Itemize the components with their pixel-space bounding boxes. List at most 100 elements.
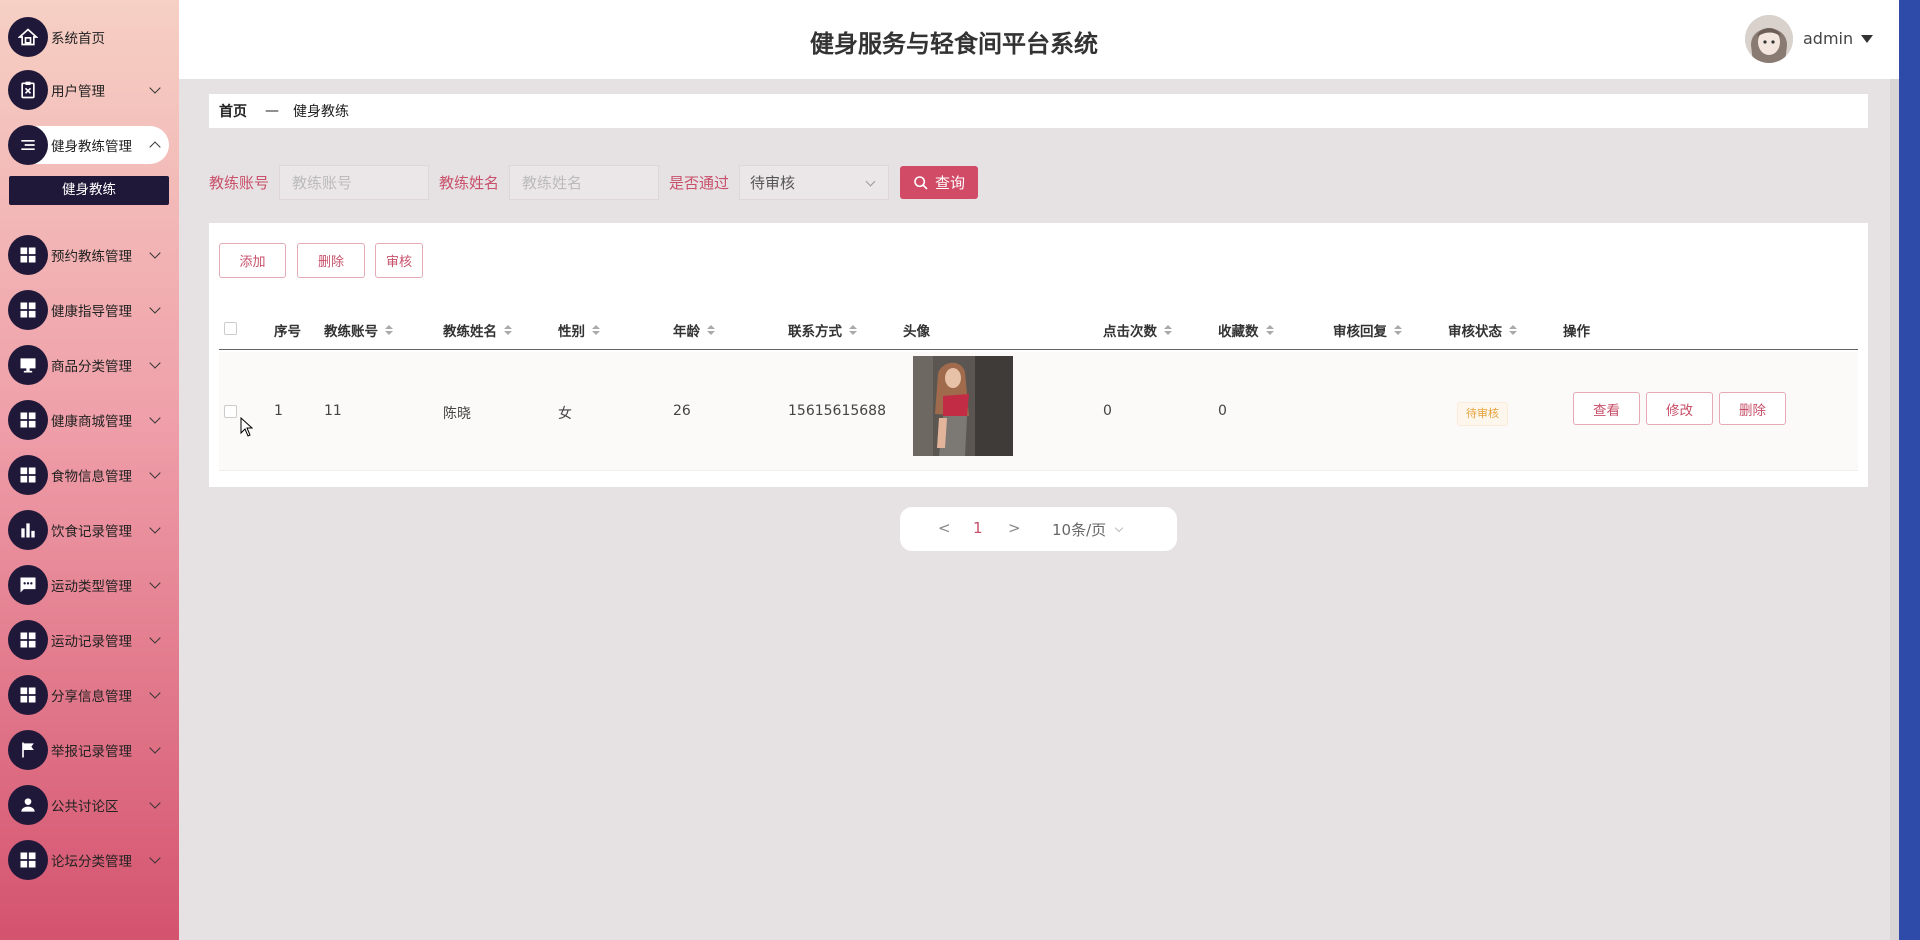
chevron-down-icon [149, 467, 161, 479]
sidebar-item-label: 商品分类管理 [51, 359, 132, 375]
page-size-select[interactable]: 10条/页 [1052, 519, 1124, 540]
col-favorites[interactable]: 收藏数 [1218, 320, 1274, 340]
delete-button[interactable]: 删除 [1719, 392, 1786, 425]
status-badge: 待审核 [1457, 402, 1508, 426]
chevron-down-icon [865, 176, 876, 187]
sort-icon[interactable] [707, 325, 715, 335]
bar-chart-icon [8, 510, 48, 550]
sidebar-item-label: 举报记录管理 [51, 744, 132, 760]
cell-index: 1 [274, 403, 283, 419]
chevron-down-icon [149, 522, 161, 534]
avatar[interactable] [1745, 15, 1793, 63]
breadcrumb-separator: — [265, 103, 279, 119]
sidebar-subitem-coach[interactable]: 健身教练 [9, 176, 169, 205]
col-name[interactable]: 教练姓名 [443, 320, 512, 340]
sidebar-item-home[interactable]: 系统首页 [8, 17, 169, 57]
review-button[interactable]: 审核 [375, 243, 423, 278]
sidebar-item-label: 健康指导管理 [51, 304, 132, 320]
sidebar-item-sport-type[interactable]: 运动类型管理 [8, 565, 169, 605]
row-checkbox[interactable] [224, 405, 237, 418]
coach-photo[interactable] [913, 356, 1013, 456]
sidebar-item-booking[interactable]: 预约教练管理 [8, 235, 169, 275]
sidebar-item-label: 系统首页 [51, 31, 105, 47]
breadcrumb-home[interactable]: 首页 [219, 101, 247, 121]
scroll-track [1890, 79, 1899, 940]
edit-button[interactable]: 修改 [1646, 392, 1713, 425]
account-input[interactable]: 教练账号 [279, 165, 430, 200]
sidebar-item-coach[interactable]: 健身教练管理 [8, 125, 169, 165]
sidebar-item-label: 分享信息管理 [51, 689, 132, 705]
chevron-down-icon [149, 302, 161, 314]
sidebar-item-share[interactable]: 分享信息管理 [8, 675, 169, 715]
prev-page-button[interactable]: < [938, 519, 951, 537]
sort-icon[interactable] [504, 325, 512, 335]
pagination: < 1 > 10条/页 [900, 507, 1177, 551]
page-size-value: 10条/页 [1052, 521, 1107, 539]
sidebar-item-label: 运动记录管理 [51, 634, 132, 650]
col-gender[interactable]: 性别 [558, 320, 600, 340]
chevron-down-icon [149, 742, 161, 754]
chevron-down-icon [149, 82, 161, 94]
add-button[interactable]: 添加 [219, 243, 286, 278]
col-account[interactable]: 教练账号 [324, 320, 393, 340]
username: admin [1803, 29, 1854, 48]
grid-icon [8, 675, 48, 715]
sort-icon[interactable] [1164, 325, 1172, 335]
chevron-down-icon [149, 632, 161, 644]
sidebar-item-goods-category[interactable]: 商品分类管理 [8, 345, 169, 385]
account-label: 教练账号 [209, 174, 270, 192]
grid-icon [8, 400, 48, 440]
table-row: 1 11 陈晓 女 26 15615615688 0 0 待审核 查看 修改 删… [219, 352, 1858, 471]
chevron-down-icon [149, 412, 161, 424]
col-clicks[interactable]: 点击次数 [1103, 320, 1172, 340]
name-placeholder: 教练姓名 [522, 174, 583, 192]
sort-icon[interactable] [1509, 325, 1517, 335]
breadcrumb: 首页 — 健身教练 [209, 94, 1868, 128]
col-ops: 操作 [1563, 324, 1590, 340]
grid-icon [8, 620, 48, 660]
col-status[interactable]: 审核状态 [1448, 320, 1517, 340]
sort-icon[interactable] [849, 325, 857, 335]
sort-icon[interactable] [385, 325, 393, 335]
sidebar-item-sport-record[interactable]: 运动记录管理 [8, 620, 169, 660]
chevron-down-icon [149, 247, 161, 259]
select-all-checkbox[interactable] [224, 322, 237, 335]
chevron-down-icon [1114, 523, 1124, 533]
cell-name: 陈晓 [443, 406, 471, 422]
sort-icon[interactable] [592, 325, 600, 335]
sidebar-item-mall[interactable]: 健康商城管理 [8, 400, 169, 440]
col-phone[interactable]: 联系方式 [788, 320, 857, 340]
query-button[interactable]: 查询 [900, 166, 979, 199]
sidebar-item-diet[interactable]: 饮食记录管理 [8, 510, 169, 550]
sidebar: 系统首页 用户管理 健身教练管理 健身教练 预约教练管理 健康指导管理 商品分类… [0, 0, 179, 940]
page-number[interactable]: 1 [973, 519, 983, 537]
sidebar-item-report[interactable]: 举报记录管理 [8, 730, 169, 770]
sidebar-item-users[interactable]: 用户管理 [8, 70, 169, 110]
sidebar-item-forum-category[interactable]: 论坛分类管理 [8, 840, 169, 880]
sidebar-item-label: 预约教练管理 [51, 249, 132, 265]
name-input[interactable]: 教练姓名 [509, 165, 660, 200]
col-age[interactable]: 年龄 [673, 320, 715, 340]
user-menu[interactable]: admin [1803, 29, 1874, 48]
sidebar-item-guidance[interactable]: 健康指导管理 [8, 290, 169, 330]
home-icon [8, 17, 48, 57]
account-placeholder: 教练账号 [292, 174, 353, 192]
next-page-button[interactable]: > [1008, 519, 1021, 537]
name-label: 教练姓名 [439, 174, 500, 192]
sidebar-item-food[interactable]: 食物信息管理 [8, 455, 169, 495]
col-index: 序号 [274, 324, 301, 340]
grid-icon [8, 235, 48, 275]
pass-select[interactable]: 待审核 [739, 165, 890, 200]
col-reply[interactable]: 审核回复 [1333, 320, 1402, 340]
grid-icon [8, 840, 48, 880]
right-edge-bar [1899, 0, 1920, 940]
sidebar-item-forum[interactable]: 公共讨论区 [8, 785, 169, 825]
grid-icon [8, 290, 48, 330]
chevron-up-icon [149, 141, 161, 153]
view-button[interactable]: 查看 [1573, 392, 1640, 425]
batch-delete-button[interactable]: 删除 [297, 243, 365, 278]
sort-icon[interactable] [1394, 325, 1402, 335]
sort-icon[interactable] [1265, 325, 1274, 335]
cell-favorites: 0 [1218, 403, 1227, 419]
search-icon [914, 175, 928, 190]
